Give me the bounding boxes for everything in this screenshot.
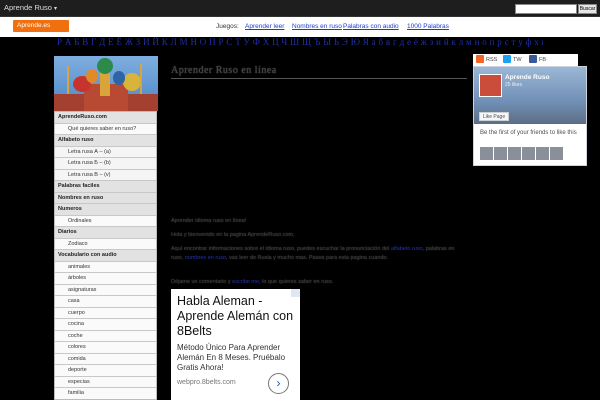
sidebar-item-comida[interactable]: comida — [55, 353, 156, 365]
fb-like-page-button[interactable]: Like Page — [479, 112, 509, 121]
twitter-label: TW — [513, 57, 522, 63]
alfabeto-link[interactable]: alfabeto ruso — [391, 246, 423, 252]
fb-friends-text: Be the first of your friends to like thi… — [480, 130, 577, 136]
sidebar-item-numeros[interactable]: Numeros — [55, 204, 156, 216]
rss-link[interactable]: RSS — [476, 55, 497, 65]
avatar[interactable] — [550, 147, 563, 160]
sidebar-item-vocabulario[interactable]: Vocabulario con audio — [55, 250, 156, 262]
comment-paragraph: Déjame un comentario y escribe me, lo qu… — [171, 278, 461, 287]
fb-friend-faces — [480, 147, 564, 161]
search-input[interactable] — [515, 4, 577, 14]
avatar[interactable] — [536, 147, 549, 160]
twitter-icon — [503, 55, 511, 63]
facebook-page-widget: Aprende Ruso 25 likes Like Page Be the f… — [473, 66, 587, 166]
about-paragraph: Aquí encontrar informaciones sobre el id… — [171, 245, 461, 263]
avatar[interactable] — [522, 147, 535, 160]
chevron-down-icon: ▾ — [53, 6, 57, 12]
alphabet-marquee: Р А Б В Г Д Е Ё Ж З И Й К Л М Н О П Р С … — [57, 37, 543, 47]
avatar[interactable] — [494, 147, 507, 160]
sidebar-menu: AprendeRuso.com Qué quieres saber en rus… — [54, 111, 157, 400]
sidebar-item-cuerpo[interactable]: cuerpo — [55, 307, 156, 319]
chevron-right-icon[interactable]: › — [268, 373, 289, 394]
header-image-cathedral — [54, 56, 158, 111]
brand-label: Aprende Ruso — [4, 3, 52, 12]
page-title: Aprender Ruso en línea — [171, 65, 277, 76]
ad-title[interactable]: Habla Aleman - Aprende Alemán con 8Belts — [177, 294, 297, 339]
fb-page-name[interactable]: Aprende Ruso — [505, 74, 549, 81]
avatar[interactable] — [480, 147, 493, 160]
nombres-link[interactable]: nombres en ruso — [185, 255, 226, 261]
sidebar-item-palabras-faciles[interactable]: Palabras faciles — [55, 181, 156, 193]
sidebar-item-letra-v[interactable]: Letra rusa В – (v) — [55, 169, 156, 181]
sidebar-item-animales[interactable]: animales — [55, 261, 156, 273]
logo-button[interactable]: Aprende.es — [13, 20, 69, 32]
games-label: Juegos: — [216, 23, 239, 30]
sidebar-item-letra-b[interactable]: Letra rusa Б – (b) — [55, 158, 156, 170]
games-nav: Aprende.es Juegos: Aprender leer Nombres… — [0, 17, 600, 37]
comment-text-2: , lo que quieres saber en ruso. — [259, 279, 334, 285]
sidebar-item-arboles[interactable]: árboles — [55, 273, 156, 285]
game-link-aprender-leer[interactable]: Aprender leer — [245, 23, 284, 30]
escribe-me-link[interactable]: escribe me — [232, 279, 259, 285]
rss-label: RSS — [486, 57, 498, 63]
sidebar-item-casa[interactable]: casa — [55, 296, 156, 308]
search-button[interactable]: Buscar — [578, 4, 597, 14]
sidebar-item-ordinales[interactable]: Ordinales — [55, 215, 156, 227]
sidebar-item-colores[interactable]: colores — [55, 342, 156, 354]
sidebar-item-coche[interactable]: coche — [55, 330, 156, 342]
game-link-palabras-con-audio[interactable]: Palabras con audio — [343, 23, 399, 30]
title-divider — [171, 78, 467, 79]
about-text-1: Aquí encontrar informaciones sobre el id… — [171, 246, 391, 252]
fb-page-avatar[interactable] — [479, 74, 502, 97]
sidebar-item-alfabeto[interactable]: Alfabeto ruso — [55, 135, 156, 147]
welcome-text: Hola y bienvenido en la pagina AprendeRu… — [171, 232, 295, 238]
fb-like-count: 25 likes — [505, 82, 522, 88]
facebook-icon — [529, 55, 537, 63]
comment-text-1: Déjame un comentario y — [171, 279, 233, 285]
sidebar-item-letra-a[interactable]: Letra rusa А – (a) — [55, 146, 156, 158]
game-link-1000-palabras[interactable]: 1000 Palabras — [407, 23, 449, 30]
avatar[interactable] — [508, 147, 521, 160]
sidebar-item-diarios[interactable]: Diarios — [55, 227, 156, 239]
ad-banner[interactable]: Habla Aleman - Aprende Alemán con 8Belts… — [171, 289, 300, 400]
facebook-link[interactable]: FB — [529, 55, 546, 65]
brand-menu[interactable]: Aprende Ruso ▾ — [4, 3, 57, 12]
sidebar-item-aprenderuso[interactable]: AprendeRuso.com — [55, 112, 156, 124]
top-bar: Aprende Ruso ▾ Buscar — [0, 0, 600, 17]
ad-url[interactable]: webpro.8belts.com — [177, 379, 236, 386]
sidebar-item-cocina[interactable]: cocina — [55, 319, 156, 331]
facebook-label: FB — [539, 57, 547, 63]
social-links: RSS TW FB — [473, 54, 578, 66]
sidebar-item-asignaturas[interactable]: asignaturas — [55, 284, 156, 296]
sidebar-item-especias[interactable]: especias — [55, 376, 156, 388]
sidebar-item-zodiaco[interactable]: Zodiaco — [55, 238, 156, 250]
intro-heading: Aprender idioma ruso en línea! — [171, 218, 247, 224]
sidebar-item-deporte[interactable]: deporte — [55, 365, 156, 377]
game-link-nombres-en-ruso[interactable]: Nombres en ruso — [292, 23, 342, 30]
rss-icon — [476, 55, 484, 63]
sidebar-item-familia[interactable]: familia — [55, 388, 156, 399]
about-text-3: , vas leer de Rusia y mucho mas. Pasea p… — [226, 255, 389, 261]
sidebar-item-que-quieres[interactable]: Qué quieres saber en ruso? — [55, 123, 156, 135]
ad-description: Método Único Para Aprender Alemán En 8 M… — [177, 343, 286, 372]
twitter-link[interactable]: TW — [503, 55, 522, 65]
sidebar-item-nombres[interactable]: Nombres en ruso — [55, 192, 156, 204]
